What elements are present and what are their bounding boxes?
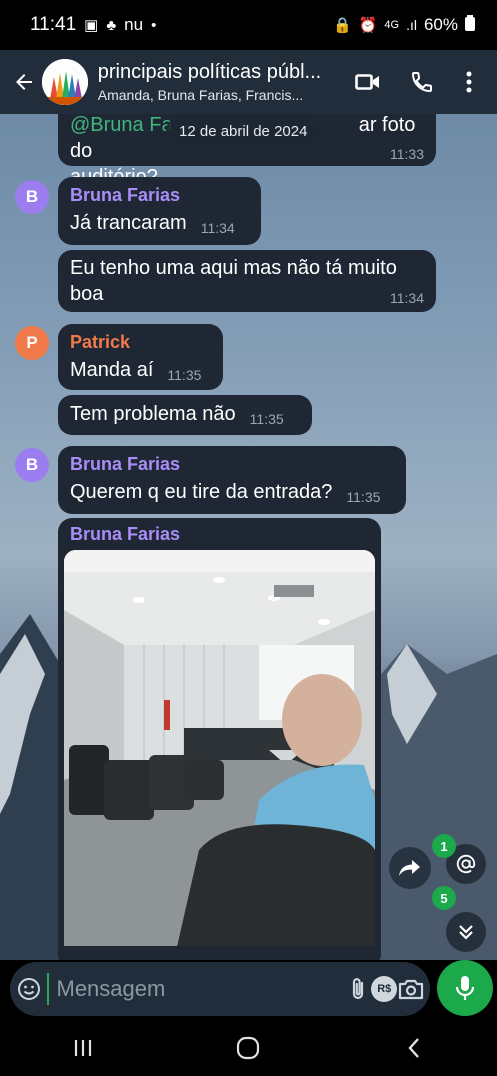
camera-icon [398, 979, 423, 1000]
message-time: 11:35 [167, 367, 202, 383]
microphone-icon [455, 976, 475, 1000]
carrier-label: nu [124, 15, 144, 34]
lock-icon: 🔒 [333, 17, 352, 34]
voice-message-button[interactable] [437, 960, 493, 1016]
arrow-left-icon [15, 74, 32, 90]
leaf-icon: ♣ [106, 16, 117, 34]
home-button[interactable] [208, 1020, 288, 1076]
header-text[interactable]: principais políticas públ... Amanda, Bru… [98, 61, 341, 103]
video-camera-icon [355, 74, 379, 90]
status-time: 11:41 [30, 14, 77, 35]
group-members: Amanda, Bruna Farias, Francis... [97, 87, 304, 103]
group-avatar[interactable] [41, 59, 88, 105]
message-time: 11:35 [346, 489, 381, 505]
message-text: Manda aí [70, 359, 154, 381]
auditorium-photo [64, 550, 375, 946]
composer-pill: R$ [10, 962, 430, 1016]
payment-button[interactable]: R$ [371, 962, 398, 1016]
mention-tag[interactable]: @Bruna Fa [70, 114, 173, 136]
mentions-count-badge: 1 [432, 834, 456, 858]
chevron-left-icon [408, 1038, 420, 1058]
message-text: Tem problema não [70, 403, 236, 425]
photo-attachment[interactable] [64, 550, 375, 946]
battery-icon [465, 14, 475, 36]
back-nav-button[interactable] [374, 1020, 454, 1076]
voice-call-button[interactable] [395, 55, 449, 109]
date-separator: 12 de abril de 2024 [166, 117, 321, 146]
status-bar: 11:41 ▣ ♣ nu • 🔒 ⏰ 4G .ıl 60% [0, 0, 497, 50]
home-icon [237, 1036, 260, 1060]
signal-icon: .ıl [406, 17, 417, 33]
dot-icon: • [151, 16, 157, 34]
message-text: Querem q eu tire da entrada? [70, 481, 333, 503]
message-bubble[interactable]: Tem problema não 11:35 [58, 395, 312, 435]
system-nav-bar [0, 1020, 497, 1076]
attach-button[interactable] [345, 962, 372, 1016]
message-bubble[interactable]: Eu tenho uma aqui mas não tá muito boa 1… [58, 250, 436, 312]
avatar[interactable]: P [15, 326, 49, 360]
message-text: Eu tenho uma aqui mas não tá muito boa [70, 257, 397, 305]
message-time: 11:34 [390, 290, 424, 306]
avatar[interactable]: B [15, 448, 49, 482]
sender-name[interactable]: Bruna Farias [70, 524, 369, 545]
message-bubble[interactable]: Bruna Farias Querem q eu tire da entrada… [58, 446, 406, 514]
message-time: 11:34 [200, 220, 235, 236]
chat-header: principais políticas públ... Amanda, Bru… [0, 50, 497, 114]
recent-apps-button[interactable] [43, 1020, 123, 1076]
more-options-button[interactable] [449, 55, 489, 109]
chevron-double-down-icon [459, 925, 473, 940]
currency-icon: R$ [371, 976, 398, 1002]
chat-area[interactable]: @Bruna Fa ar foto do auditório? 11:33 12… [0, 114, 497, 960]
message-time: 11:33 [390, 146, 424, 162]
share-forward-icon [399, 860, 420, 876]
emoji-button[interactable] [16, 962, 43, 1016]
back-button[interactable] [6, 50, 42, 114]
message-bubble[interactable]: Bruna Farias Já trancaram 11:34 [58, 177, 261, 245]
sender-name[interactable]: Bruna Farias [70, 185, 249, 206]
scroll-down-button[interactable] [446, 912, 486, 952]
message-input[interactable] [46, 973, 345, 1005]
more-vertical-icon [466, 71, 472, 93]
message-time: 11:35 [249, 411, 284, 427]
group-title: principais políticas públ... [97, 61, 322, 83]
camera-button[interactable] [398, 962, 425, 1016]
message-bubble[interactable]: Patrick Manda aí 11:35 [58, 324, 223, 390]
share-button[interactable] [389, 847, 431, 889]
gallery-icon: ▣ [84, 17, 99, 34]
network-label: 4G [384, 19, 400, 31]
recent-apps-icon [74, 1040, 91, 1056]
message-text: Já trancaram [70, 212, 187, 234]
sender-name[interactable]: Bruna Farias [70, 454, 394, 475]
emoji-icon [18, 978, 41, 1000]
video-call-button[interactable] [341, 55, 395, 109]
phone-icon [411, 72, 432, 93]
unread-count-badge: 5 [432, 886, 456, 910]
avatar[interactable]: B [15, 180, 49, 214]
paperclip-icon [352, 978, 363, 1000]
sender-name[interactable]: Patrick [70, 332, 211, 353]
battery-label: 60% [423, 15, 458, 34]
at-sign-icon [456, 854, 476, 874]
alarm-icon: ⏰ [358, 17, 378, 34]
message-composer: R$ [0, 960, 497, 1020]
